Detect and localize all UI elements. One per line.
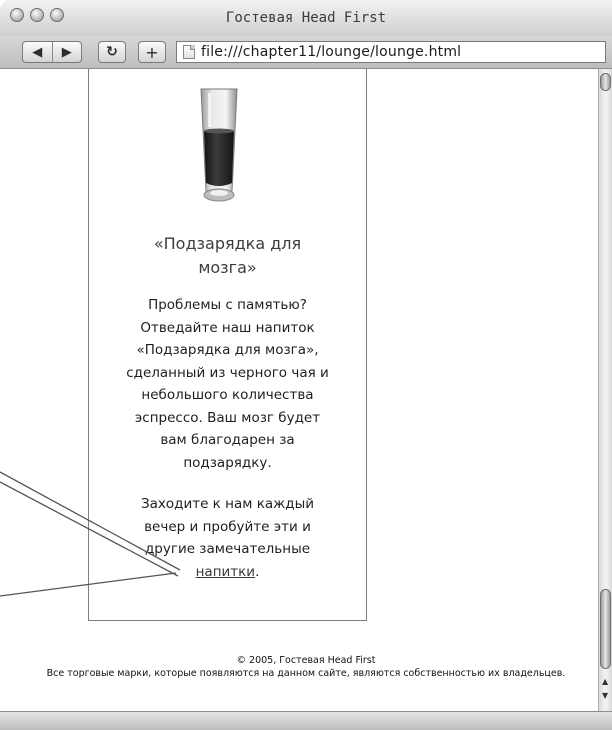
description-line: сделанный из черного чая и — [126, 364, 329, 381]
copyright-text: © 2005, Гостевая Head First — [236, 655, 376, 666]
vertical-scrollbar[interactable]: ▲ ▼ — [598, 69, 612, 711]
title-bar: Гостевая Head First — [0, 0, 612, 37]
description-line: эспрессо. Ваш мозг будет — [134, 409, 321, 426]
description-line: подзарядку. — [183, 454, 272, 471]
reload-icon: ↻ — [106, 44, 118, 60]
elixir-title-line: мозга» — [198, 258, 257, 277]
page-icon — [183, 45, 195, 59]
description-line: Проблемы с памятью? — [148, 297, 307, 313]
elixir-description: Проблемы с памятью? Отведайте наш напито… — [109, 294, 346, 474]
address-bar[interactable]: file:///chapter11/lounge/lounge.html — [176, 41, 606, 63]
back-forward-group: ◀ ▶ — [22, 41, 82, 63]
status-bar — [0, 711, 612, 730]
add-bookmark-button[interactable]: + — [138, 41, 166, 63]
add-icon: + — [145, 42, 159, 62]
browser-window: Гостевая Head First ◀ ▶ ↻ + file:///chap… — [0, 0, 612, 730]
invitation-link-line: напитки. — [109, 561, 346, 584]
address-url[interactable]: file:///chapter11/lounge/lounge.html — [201, 44, 461, 60]
elixir-invitation: Заходите к нам каждый вечер и пробуйте э… — [109, 493, 346, 583]
elixir-title-line: «Подзарядка для — [153, 234, 302, 253]
scrollbar-thumb[interactable] — [600, 589, 611, 669]
description-line: вам благодарен за — [160, 432, 295, 448]
elixir-title: «Подзарядка для мозга» — [89, 232, 366, 280]
invitation-line: вечер и пробуйте эти и — [144, 518, 311, 535]
elixir-glass-image — [200, 88, 238, 202]
trademark-text: Все торговые марки, которые появляются н… — [46, 667, 566, 679]
page-content: «Подзарядка для мозга» Проблемы с память… — [0, 69, 598, 711]
invitation-line: Заходите к нам каждый — [140, 496, 315, 512]
invitation-line: другие замечательные — [144, 541, 311, 557]
elixir-sidebar: «Подзарядка для мозга» Проблемы с память… — [88, 69, 367, 621]
page-footer: © 2005, Гостевая Head First Все торговые… — [0, 655, 598, 680]
window-title: Гостевая Head First — [225, 10, 387, 26]
drinks-link[interactable]: напитки — [196, 564, 256, 580]
forward-arrow-icon[interactable]: ▶ — [52, 45, 81, 60]
link-suffix: . — [255, 563, 260, 580]
description-line: небольшого количества — [141, 387, 314, 403]
reload-button[interactable]: ↻ — [98, 41, 126, 63]
scrollbar-top-cap — [600, 73, 611, 91]
back-arrow-icon[interactable]: ◀ — [23, 45, 52, 60]
scroll-down-icon[interactable]: ▼ — [602, 691, 608, 700]
description-line: Отведайте наш напиток — [140, 319, 315, 336]
browser-toolbar: ◀ ▶ ↻ + file:///chapter11/lounge/lounge.… — [0, 36, 612, 69]
description-line: «Подзарядка для мозга», — [136, 342, 319, 358]
scroll-up-icon[interactable]: ▲ — [602, 677, 608, 686]
